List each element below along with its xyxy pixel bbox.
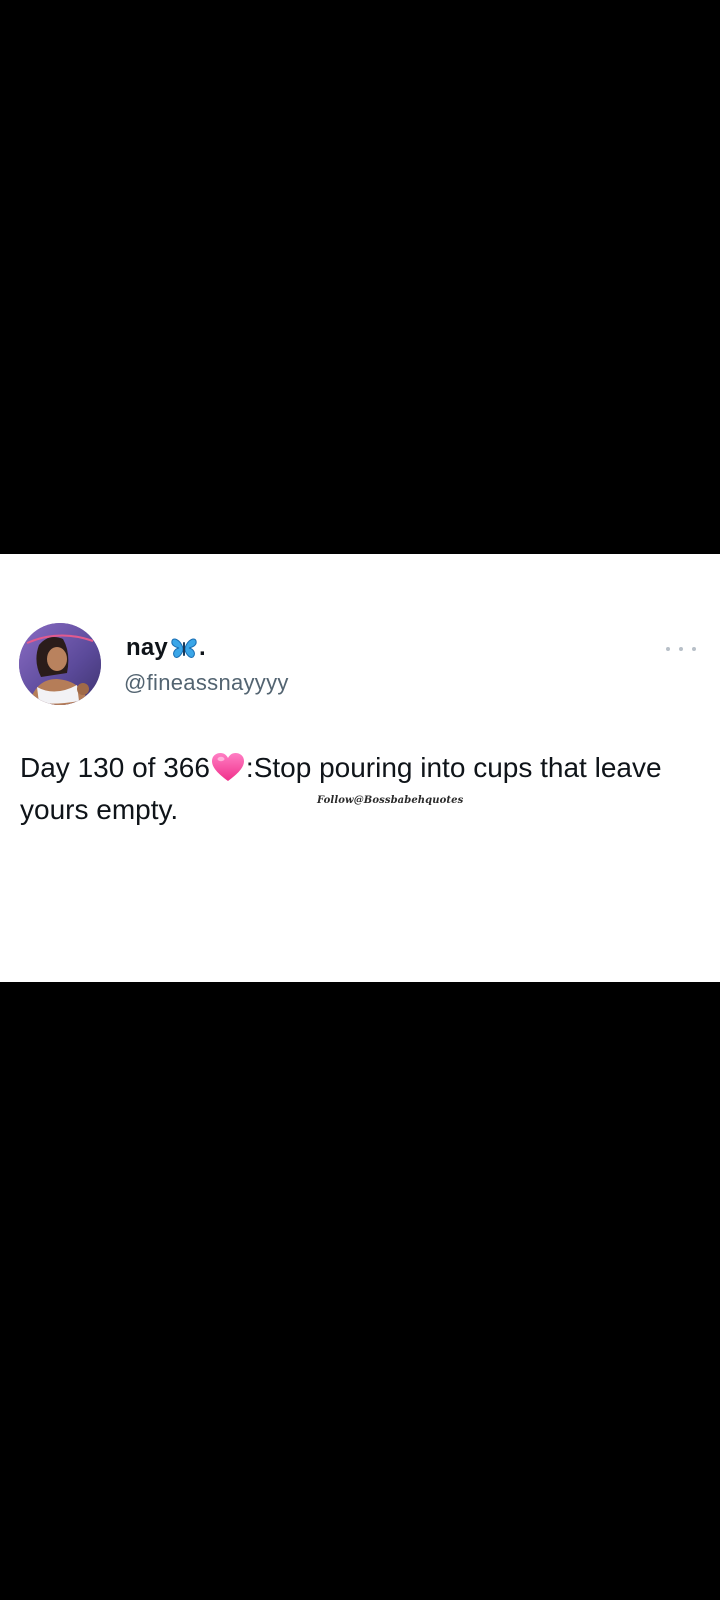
bottom-black-band bbox=[0, 982, 720, 1600]
pink-heart-icon bbox=[211, 752, 245, 782]
top-black-band bbox=[0, 0, 720, 554]
more-options-icon[interactable] bbox=[666, 644, 696, 654]
display-name-text: nay bbox=[126, 634, 168, 661]
avatar[interactable] bbox=[19, 623, 101, 705]
tweet-card[interactable]: nay . @fineassnayyyy Day 130 of 366:Sto… bbox=[0, 554, 720, 982]
user-handle[interactable]: @fineassnayyyy bbox=[124, 670, 289, 696]
display-name-suffix: . bbox=[198, 634, 206, 661]
blue-butterfly-icon bbox=[171, 637, 197, 659]
watermark-text: Follow@Bossbabehquotes bbox=[317, 795, 464, 806]
display-name[interactable]: nay . bbox=[126, 633, 206, 663]
tweet-text-part-1: Day 130 of 366 bbox=[20, 752, 210, 783]
tweet-text: Day 130 of 366 :Stop pouring into cups t… bbox=[20, 747, 710, 831]
